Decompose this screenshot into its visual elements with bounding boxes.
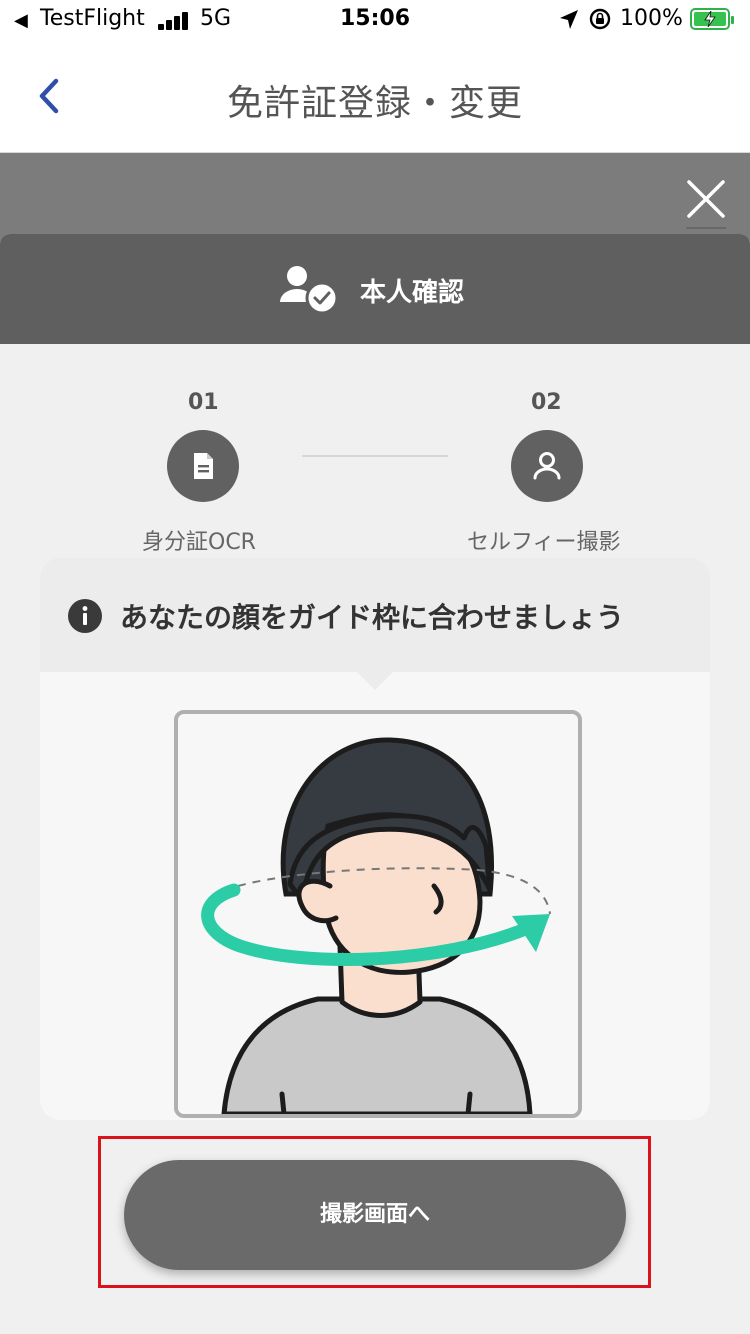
guide-message-bar: あなたの顔をガイド枠に合わせましょう <box>40 558 710 672</box>
user-icon <box>533 452 561 480</box>
step-1-circle <box>167 430 239 502</box>
rotation-lock-icon <box>589 8 611 30</box>
face-guide-frame <box>174 710 582 1118</box>
go-to-camera-button[interactable]: 撮影画面へ <box>124 1160 626 1270</box>
step-1-label: 身分証OCR <box>142 530 256 555</box>
message-pointer <box>357 672 393 690</box>
step-2-number: 02 <box>531 390 562 415</box>
user-check-icon <box>280 266 339 315</box>
back-app-label[interactable]: TestFlight <box>40 6 145 31</box>
status-bar: ◀ TestFlight 5G 15:06 100% <box>0 0 750 40</box>
back-to-app-icon[interactable]: ◀ <box>14 10 28 31</box>
info-icon <box>68 599 102 633</box>
sheet-header: 本人確認 <box>0 234 750 344</box>
location-icon <box>560 10 578 29</box>
nav-bar: 免許証登録・変更 <box>0 40 750 153</box>
document-icon <box>194 453 213 479</box>
step-1-number: 01 <box>188 390 219 415</box>
face-turn-illustration <box>201 737 551 1114</box>
step-2-circle <box>511 430 583 502</box>
page-title: 免許証登録・変更 <box>226 83 523 124</box>
battery-icon <box>690 8 734 30</box>
network-type: 5G <box>200 6 232 31</box>
signal-icon <box>158 10 192 30</box>
step-connector <box>302 455 448 457</box>
status-time: 15:06 <box>340 6 411 31</box>
guide-message: あなたの顔をガイド枠に合わせましょう <box>120 601 625 634</box>
step-2-label: セルフィー撮影 <box>467 530 621 555</box>
sheet-title: 本人確認 <box>360 278 465 308</box>
selfie-guide-card: あなたの顔をガイド枠に合わせましょう <box>40 558 710 1120</box>
close-icon[interactable] <box>684 174 728 230</box>
battery-percent: 100% <box>620 6 683 31</box>
